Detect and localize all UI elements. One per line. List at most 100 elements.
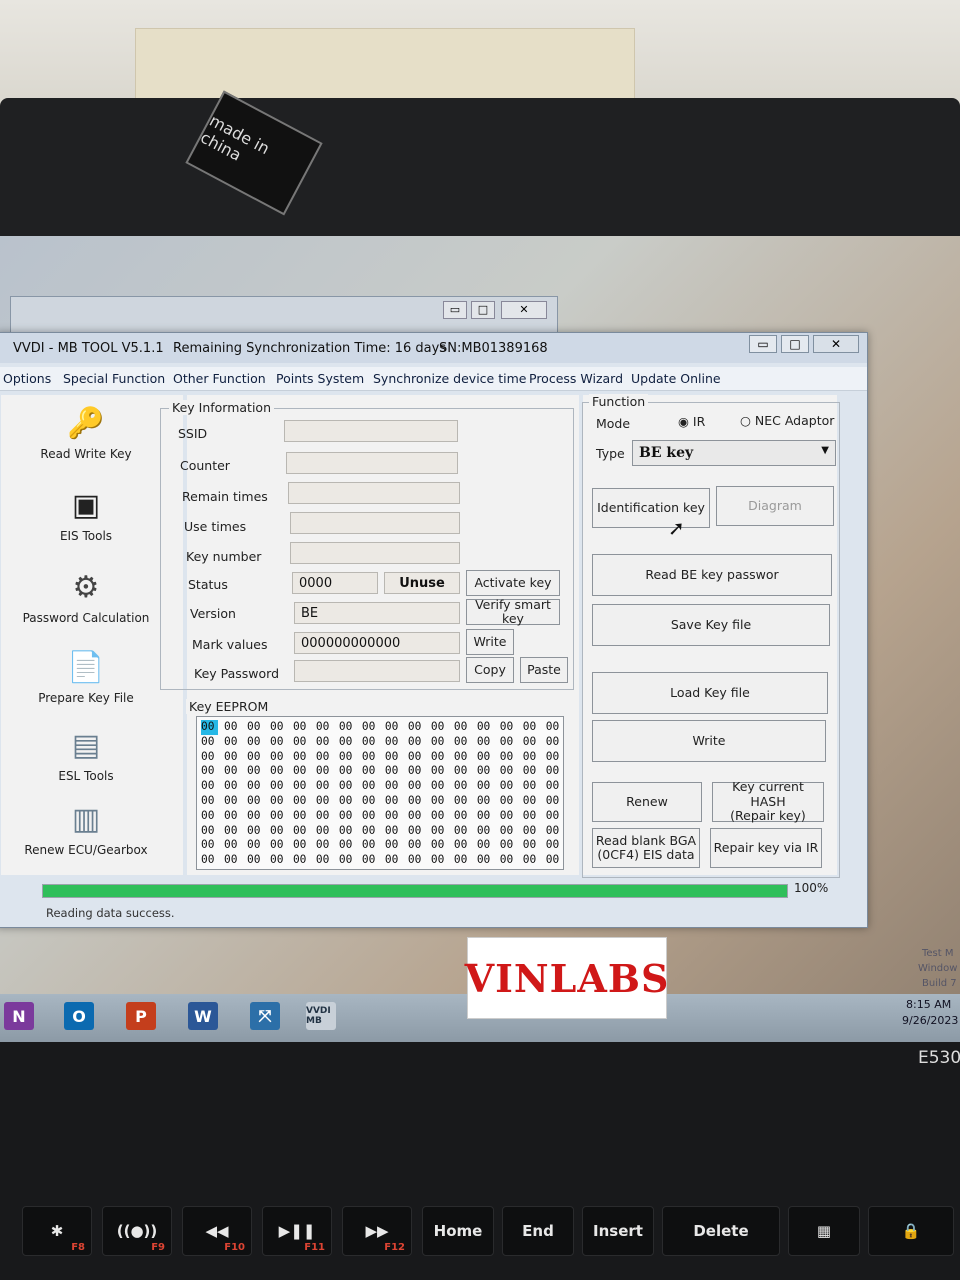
eeprom-byte[interactable]: 00 — [431, 853, 448, 868]
eeprom-byte[interactable]: 00 — [339, 794, 356, 809]
eeprom-byte[interactable]: 00 — [385, 853, 402, 868]
eeprom-byte[interactable]: 00 — [201, 824, 218, 839]
eeprom-byte[interactable]: 00 — [431, 794, 448, 809]
eeprom-byte[interactable]: 00 — [293, 824, 310, 839]
eeprom-byte[interactable]: 00 — [316, 794, 333, 809]
eeprom-hex-view[interactable]: 00 00 00 00 00 00 00 00 00 00 00 00 00 00 00 00 00 00 00 00… — [196, 716, 564, 870]
eeprom-byte[interactable]: 00 — [500, 809, 517, 824]
eeprom-byte[interactable]: 00 — [408, 794, 425, 809]
use-times-field[interactable] — [290, 512, 460, 534]
eeprom-byte[interactable]: 00 — [201, 720, 218, 735]
eeprom-byte[interactable]: 00 — [270, 750, 287, 765]
vvdi-taskbar-icon[interactable]: VVDI MB — [306, 1002, 336, 1030]
copy-button[interactable]: Copy — [466, 657, 514, 683]
eeprom-byte[interactable]: 00 — [339, 779, 356, 794]
write-mark-button[interactable]: Write — [466, 629, 514, 655]
onenote-icon[interactable]: N — [4, 1002, 34, 1030]
eeprom-byte[interactable]: 00 — [523, 735, 540, 750]
eeprom-byte[interactable]: 00 — [431, 735, 448, 750]
eeprom-byte[interactable]: 00 — [293, 750, 310, 765]
eeprom-byte[interactable]: 00 — [339, 809, 356, 824]
eeprom-byte[interactable]: 00 — [316, 824, 333, 839]
eeprom-byte[interactable]: 00 — [247, 735, 264, 750]
eeprom-byte[interactable]: 00 — [270, 838, 287, 853]
status-field[interactable]: 0000 — [292, 572, 378, 594]
write-button[interactable]: Write — [592, 720, 826, 762]
eeprom-byte[interactable]: 00 — [247, 794, 264, 809]
eeprom-byte[interactable]: 00 — [500, 794, 517, 809]
eeprom-byte[interactable]: 00 — [431, 720, 448, 735]
type-select[interactable]: BE key ▼ — [632, 440, 836, 466]
eeprom-byte[interactable]: 00 — [477, 735, 494, 750]
eeprom-byte[interactable]: 00 — [523, 720, 540, 735]
keyboard-key[interactable]: Insert — [582, 1206, 654, 1256]
eeprom-byte[interactable]: 00 — [546, 838, 563, 853]
eeprom-byte[interactable]: 00 — [362, 735, 379, 750]
eeprom-byte[interactable]: 00 — [362, 779, 379, 794]
eeprom-byte[interactable]: 00 — [316, 809, 333, 824]
clock-time[interactable]: 8:15 AM — [906, 998, 951, 1011]
eeprom-byte[interactable]: 00 — [316, 720, 333, 735]
eeprom-byte[interactable]: 00 — [408, 750, 425, 765]
remain-times-field[interactable] — [288, 482, 460, 504]
eeprom-byte[interactable]: 00 — [201, 735, 218, 750]
eeprom-byte[interactable]: 00 — [523, 764, 540, 779]
keyboard-key[interactable]: ▶▶ F12 — [342, 1206, 412, 1256]
eeprom-byte[interactable]: 00 — [523, 794, 540, 809]
eeprom-byte[interactable]: 00 — [339, 764, 356, 779]
version-field[interactable]: BE — [294, 602, 460, 624]
eeprom-byte[interactable]: 00 — [477, 838, 494, 853]
eeprom-byte[interactable]: 00 — [201, 764, 218, 779]
keyboard-key[interactable]: Delete — [662, 1206, 780, 1256]
eeprom-byte[interactable]: 00 — [500, 853, 517, 868]
eeprom-byte[interactable]: 00 — [385, 779, 402, 794]
read-blank-bga-button[interactable]: Read blank BGA (0CF4) EIS data — [592, 828, 700, 868]
eeprom-byte[interactable]: 00 — [316, 764, 333, 779]
network-app-icon[interactable]: ⤧ — [250, 1002, 280, 1030]
mode-ir-radio[interactable]: ◉ IR — [678, 414, 705, 429]
eeprom-byte[interactable]: 00 — [454, 824, 471, 839]
eeprom-byte[interactable]: 00 — [385, 750, 402, 765]
eeprom-byte[interactable]: 00 — [247, 853, 264, 868]
eeprom-byte[interactable]: 00 — [362, 809, 379, 824]
keyboard-key[interactable]: ((●)) F9 — [102, 1206, 172, 1256]
eeprom-byte[interactable]: 00 — [362, 720, 379, 735]
eeprom-byte[interactable]: 00 — [339, 824, 356, 839]
eeprom-byte[interactable]: 00 — [408, 824, 425, 839]
eeprom-byte[interactable]: 00 — [224, 720, 241, 735]
eeprom-byte[interactable]: 00 — [293, 779, 310, 794]
eeprom-byte[interactable]: 00 — [201, 750, 218, 765]
eeprom-byte[interactable]: 00 — [500, 735, 517, 750]
eeprom-byte[interactable]: 00 — [339, 750, 356, 765]
eeprom-byte[interactable]: 00 — [477, 853, 494, 868]
eeprom-byte[interactable]: 00 — [408, 764, 425, 779]
eeprom-byte[interactable]: 00 — [454, 764, 471, 779]
eeprom-byte[interactable]: 00 — [362, 764, 379, 779]
eeprom-byte[interactable]: 00 — [408, 720, 425, 735]
key-number-field[interactable] — [290, 542, 460, 564]
eeprom-byte[interactable]: 00 — [224, 779, 241, 794]
eeprom-byte[interactable]: 00 — [454, 838, 471, 853]
eeprom-byte[interactable]: 00 — [431, 824, 448, 839]
eeprom-byte[interactable]: 00 — [546, 735, 563, 750]
eeprom-byte[interactable]: 00 — [293, 794, 310, 809]
eeprom-byte[interactable]: 00 — [454, 735, 471, 750]
eeprom-byte[interactable]: 00 — [385, 794, 402, 809]
eeprom-byte[interactable]: 00 — [500, 824, 517, 839]
eeprom-byte[interactable]: 00 — [454, 779, 471, 794]
eeprom-byte[interactable]: 00 — [293, 853, 310, 868]
eeprom-byte[interactable]: 00 — [339, 838, 356, 853]
eeprom-byte[interactable]: 00 — [431, 809, 448, 824]
eeprom-byte[interactable]: 00 — [385, 764, 402, 779]
eeprom-byte[interactable]: 00 — [224, 853, 241, 868]
activate-key-button[interactable]: Activate key — [466, 570, 560, 596]
eeprom-byte[interactable]: 00 — [293, 764, 310, 779]
outlook-icon[interactable]: O — [64, 1002, 94, 1030]
eeprom-byte[interactable]: 00 — [454, 720, 471, 735]
eeprom-byte[interactable]: 00 — [523, 853, 540, 868]
eeprom-byte[interactable]: 00 — [339, 735, 356, 750]
powerpoint-icon[interactable]: P — [126, 1002, 156, 1030]
eeprom-byte[interactable]: 00 — [408, 838, 425, 853]
eeprom-byte[interactable]: 00 — [523, 824, 540, 839]
eeprom-byte[interactable]: 00 — [201, 779, 218, 794]
